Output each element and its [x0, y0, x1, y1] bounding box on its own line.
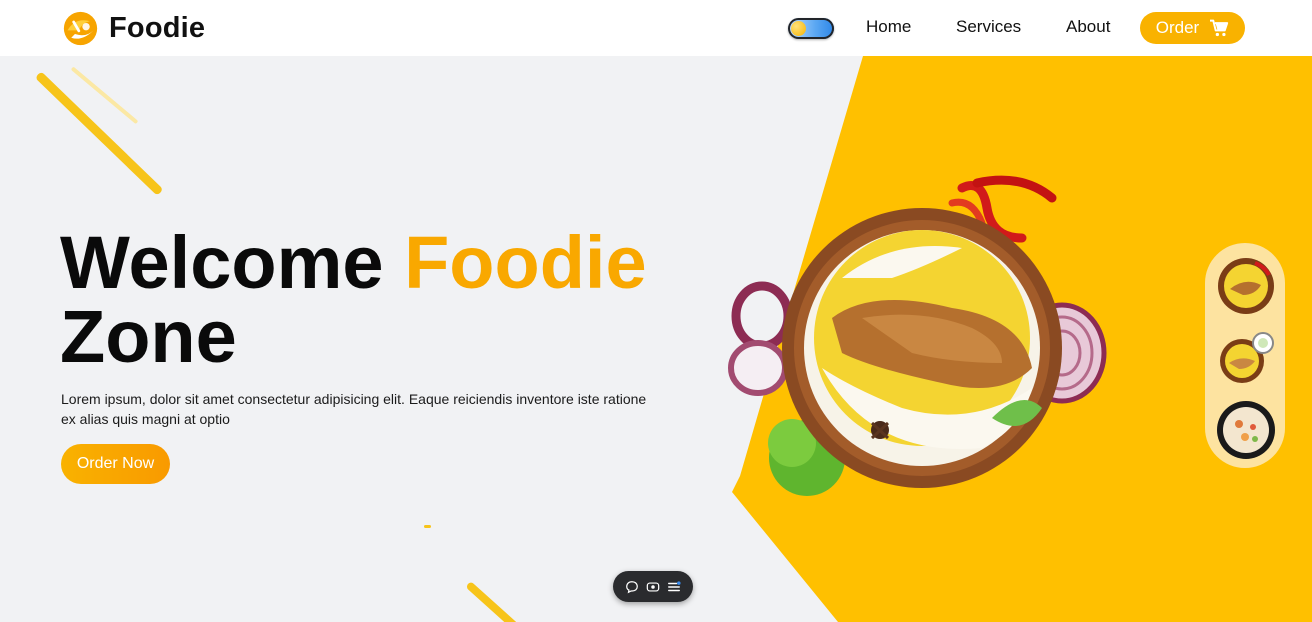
nav-services-link[interactable]: Services	[956, 17, 1021, 37]
dish-thumbnail-3[interactable]	[1215, 399, 1277, 461]
order-button[interactable]: Order	[1140, 12, 1245, 44]
brand-name: Foodie	[109, 11, 206, 44]
decor-dot	[424, 525, 431, 528]
toggle-knob	[791, 21, 806, 36]
dish-thumbnails	[1205, 243, 1285, 468]
hero-title-welcome: Welcome	[60, 221, 384, 304]
food-logo-icon	[63, 11, 98, 45]
hero-title-accent: Foodie	[404, 221, 647, 304]
menu-icon[interactable]	[667, 580, 681, 594]
brand-logo[interactable]: Foodie	[62, 9, 205, 47]
dish-thumbnail-1[interactable]	[1215, 255, 1277, 317]
screen-record-icon[interactable]	[646, 580, 660, 594]
hero-title: Welcome Foodie Zone	[60, 226, 647, 374]
hero-description: Lorem ipsum, dolor sit amet consectetur …	[61, 391, 647, 427]
theme-toggle[interactable]	[788, 18, 834, 39]
dish-thumbnail-2[interactable]	[1215, 327, 1277, 389]
order-button-label: Order	[1155, 18, 1200, 37]
nav-about-link[interactable]: About	[1066, 17, 1110, 37]
floating-toolbar	[613, 571, 693, 602]
order-now-button[interactable]: Order Now	[61, 444, 170, 484]
hero-title-zone: Zone	[60, 295, 237, 378]
nav-home-link[interactable]: Home	[866, 17, 911, 37]
biryani-bowl-image	[728, 175, 1107, 496]
chat-icon[interactable]	[625, 580, 639, 594]
cart-icon	[1210, 19, 1229, 37]
site-header: Foodie Home Services About Order	[0, 0, 1312, 56]
